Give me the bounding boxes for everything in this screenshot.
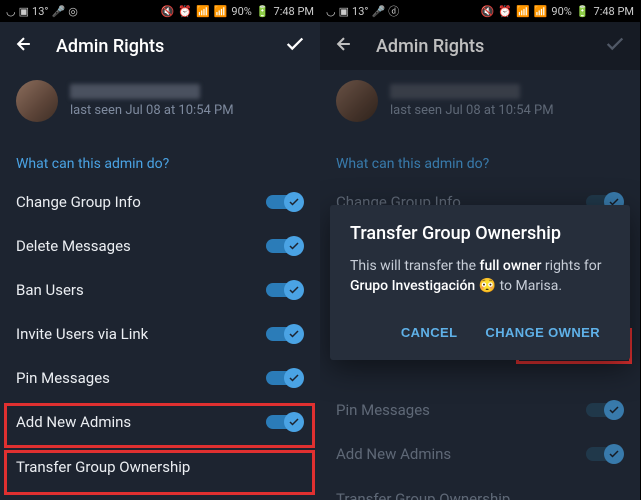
perm-ban-users[interactable]: Ban Users [0,268,320,312]
avatar [336,80,378,122]
battery-icon: 🔋 [576,5,590,18]
clock: 7:48 PM [594,5,634,18]
perm-invite-users[interactable]: Invite Users via Link [0,312,320,356]
perm-label: Change Group Info [16,193,141,211]
app-header: Admin Rights [0,22,320,70]
perm-label: Pin Messages [16,369,110,387]
weather-icon: ▣ [339,5,349,18]
signal-icon: 📶 [214,5,228,18]
page-title: Admin Rights [376,36,582,57]
target-icon: ◎ [68,5,78,18]
battery-pct: 90% [231,5,251,18]
back-icon[interactable] [14,34,34,58]
highlight-transfer [4,450,315,495]
toggle-pin-msgs[interactable] [264,368,304,388]
cancel-button[interactable]: CANCEL [391,315,468,350]
perm-label: Delete Messages [16,237,131,255]
status-bar: ◡ ▣ 13° 🎤 ⓓ 🔇 ⏰ 📶 📶 90% 🔋 7:48 PM [320,0,640,22]
perm-label: Invite Users via Link [16,325,148,343]
app-icon: ◡ [6,5,16,18]
user-name-redacted [390,84,520,99]
action-label: Transfer Group Ownership [336,490,510,500]
battery-pct: 90% [551,5,571,18]
toggle-pin-msgs [584,400,624,420]
toggle-change-info[interactable] [264,192,304,212]
user-row: last seen Jul 08 at 10:54 PM [0,70,320,140]
perm-label: Pin Messages [336,401,430,419]
alarm-icon: ⏰ [178,5,192,18]
user-name-redacted [70,84,200,99]
right-screenshot: ◡ ▣ 13° 🎤 ⓓ 🔇 ⏰ 📶 📶 90% 🔋 7:48 PM Admin … [320,0,640,500]
transfer-ownership-dialog: Transfer Group Ownership This will trans… [330,205,630,360]
change-owner-button[interactable]: CHANGE OWNER [475,315,610,350]
status-bar: ◡ ▣ 13° 🎤 ◎ 🔇 ⏰ 📶 📶 90% 🔋 7:48 PM [0,0,320,22]
page-title: Admin Rights [56,36,262,57]
perm-add-admins: Add New Admins [320,432,640,476]
mic-icon: 🎤 [372,5,386,18]
weather-icon: ▣ [19,5,29,18]
dialog-body: This will transfer the full owner rights… [350,256,610,297]
app-header: Admin Rights [320,22,640,70]
user-status: last seen Jul 08 at 10:54 PM [390,103,624,118]
section-header: What can this admin do? [0,140,320,180]
app-icon: ◡ [326,5,336,18]
back-icon[interactable] [334,34,354,58]
perm-pin-messages: Pin Messages [320,388,640,432]
user-row: last seen Jul 08 at 10:54 PM [320,70,640,140]
perm-pin-messages[interactable]: Pin Messages [0,356,320,400]
toggle-add-admins [584,444,624,464]
left-screenshot: ◡ ▣ 13° 🎤 ◎ 🔇 ⏰ 📶 📶 90% 🔋 7:48 PM Admin … [0,0,320,500]
temp-indicator: 13° [32,5,48,18]
clock: 7:48 PM [274,5,314,18]
toggle-invite-link[interactable] [264,324,304,344]
signal-icon: 📶 [534,5,548,18]
perm-delete-messages[interactable]: Delete Messages [0,224,320,268]
wifi-icon: 📶 [196,5,210,18]
battery-icon: 🔋 [256,5,270,18]
confirm-icon [604,33,626,59]
wifi-icon: 📶 [516,5,530,18]
notif-icon: ⓓ [388,3,399,19]
toggle-delete-msgs[interactable] [264,236,304,256]
transfer-ownership-row: Transfer Group Ownership [320,476,640,500]
avatar [16,80,58,122]
temp-indicator: 13° [352,5,368,18]
confirm-icon[interactable] [284,33,306,59]
highlight-add-admins [4,403,315,448]
perm-change-group-info[interactable]: Change Group Info [0,180,320,224]
dialog-title: Transfer Group Ownership [350,223,610,244]
user-status: last seen Jul 08 at 10:54 PM [70,103,304,118]
perm-label: Add New Admins [336,445,451,463]
section-header: What can this admin do? [320,140,640,180]
alarm-icon: ⏰ [498,5,512,18]
toggle-ban-users[interactable] [264,280,304,300]
mic-icon: 🎤 [52,5,66,18]
mute-icon: 🔇 [481,5,495,18]
dialog-backdrop: Transfer Group Ownership This will trans… [320,205,640,360]
mute-icon: 🔇 [161,5,175,18]
perm-label: Ban Users [16,281,84,299]
